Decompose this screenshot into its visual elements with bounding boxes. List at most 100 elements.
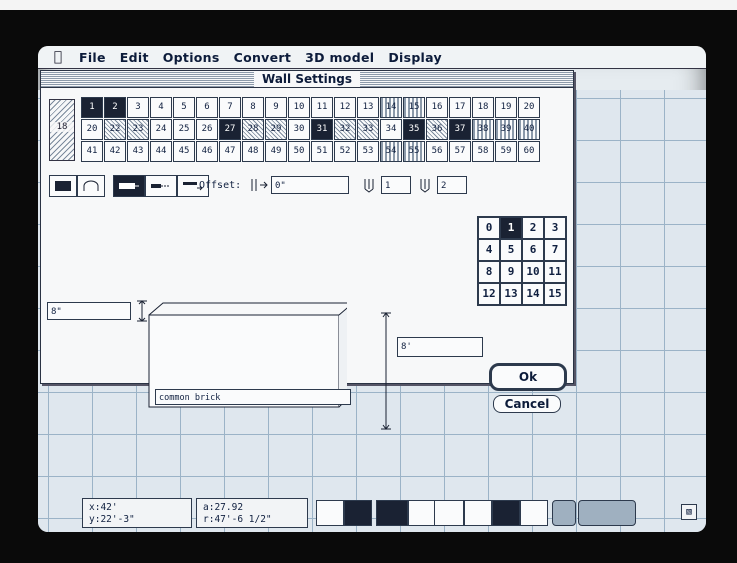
pattern-swatch[interactable]: 15 — [403, 97, 425, 118]
pattern-swatch[interactable]: 47 — [219, 141, 241, 162]
pattern-swatch[interactable]: 46 — [196, 141, 218, 162]
pattern-swatch[interactable]: 56 — [426, 141, 448, 162]
dialog-titlebar[interactable]: Wall Settings — [41, 71, 573, 88]
line-weight-cell[interactable]: 8 — [478, 261, 500, 283]
line-weight-cell[interactable]: 5 — [500, 239, 522, 261]
line-weight-cell[interactable]: 3 — [544, 217, 566, 239]
pattern-swatch[interactable]: 32 — [334, 119, 356, 140]
pattern-swatch[interactable]: 13 — [357, 97, 379, 118]
color-swatch-large[interactable] — [578, 500, 636, 526]
pattern-swatch[interactable]: 58 — [472, 141, 494, 162]
pattern-swatch[interactable]: 4 — [150, 97, 172, 118]
pattern-swatch[interactable]: 41 — [81, 141, 103, 162]
pattern-swatch[interactable]: 17 — [449, 97, 471, 118]
pattern-swatch[interactable]: 9 — [265, 97, 287, 118]
material-name-field[interactable]: common brick — [155, 389, 351, 405]
pattern-swatch[interactable]: 1 — [81, 97, 103, 118]
pattern-swatch[interactable]: 3 — [127, 97, 149, 118]
pattern-swatch[interactable]: 29 — [265, 119, 287, 140]
pattern-swatch[interactable]: 26 — [196, 119, 218, 140]
pattern-swatch[interactable]: 55 — [403, 141, 425, 162]
pattern-swatch[interactable]: 10 — [288, 97, 310, 118]
cancel-button[interactable]: Cancel — [493, 395, 561, 413]
apple-icon[interactable]:  — [44, 49, 72, 65]
wall-center-align-icon[interactable] — [145, 175, 177, 197]
ok-button[interactable]: Ok — [489, 363, 567, 391]
layer-tool-icon[interactable] — [464, 500, 492, 526]
pattern-swatch[interactable]: 31 — [311, 119, 333, 140]
wall-right-tool-icon[interactable] — [434, 500, 464, 526]
line-weight-cell[interactable]: 13 — [500, 283, 522, 305]
line-weight-cell[interactable]: 4 — [478, 239, 500, 261]
line-weight-cell[interactable]: 6 — [522, 239, 544, 261]
pattern-swatch[interactable]: 22 — [104, 119, 126, 140]
pattern-swatch[interactable]: 12 — [334, 97, 356, 118]
view-3d-icon[interactable] — [316, 500, 344, 526]
pattern-swatch[interactable]: 24 — [150, 119, 172, 140]
pattern-swatch[interactable]: 11 — [311, 97, 333, 118]
color-swatch-small[interactable] — [552, 500, 576, 526]
pattern-swatch[interactable]: 45 — [173, 141, 195, 162]
menu-file[interactable]: File — [72, 50, 113, 65]
pattern-swatch[interactable]: 23 — [127, 119, 149, 140]
wall-left-align-icon[interactable] — [113, 175, 145, 197]
pattern-swatch[interactable]: 7 — [219, 97, 241, 118]
pattern-swatch[interactable]: 53 — [357, 141, 379, 162]
pattern-swatch[interactable]: 20 — [81, 119, 103, 140]
pattern-swatch[interactable]: 28 — [242, 119, 264, 140]
menu-3d-model[interactable]: 3D model — [298, 50, 381, 65]
pattern-swatch[interactable]: 52 — [334, 141, 356, 162]
pattern-swatch[interactable]: 16 — [426, 97, 448, 118]
menu-options[interactable]: Options — [156, 50, 227, 65]
pattern-swatch[interactable]: 49 — [265, 141, 287, 162]
offset-input[interactable]: 0" — [271, 176, 349, 194]
pattern-swatch[interactable]: 40 — [518, 119, 540, 140]
pattern-swatch[interactable]: 19 — [495, 97, 517, 118]
pattern-swatch[interactable]: 48 — [242, 141, 264, 162]
pattern-swatch[interactable]: 20 — [518, 97, 540, 118]
pattern-swatch[interactable]: 25 — [173, 119, 195, 140]
menu-display[interactable]: Display — [381, 50, 449, 65]
pattern-swatch[interactable]: 30 — [288, 119, 310, 140]
pattern-swatch[interactable]: 35 — [403, 119, 425, 140]
pattern-swatch[interactable]: 50 — [288, 141, 310, 162]
pattern-swatch[interactable]: 27 — [219, 119, 241, 140]
line-weight-cell[interactable]: 7 — [544, 239, 566, 261]
layer-a-input[interactable]: 1 — [381, 176, 411, 194]
wall-center-tool-icon[interactable] — [408, 500, 436, 526]
menu-convert[interactable]: Convert — [227, 50, 299, 65]
fill-tool-icon[interactable] — [492, 500, 520, 526]
line-weight-cell[interactable]: 12 — [478, 283, 500, 305]
thickness-input[interactable]: 8" — [47, 302, 131, 320]
pattern-swatch[interactable]: 54 — [380, 141, 402, 162]
height-input[interactable]: 8' — [397, 337, 483, 357]
pattern-swatch[interactable]: 5 — [173, 97, 195, 118]
pattern-swatch[interactable]: 57 — [449, 141, 471, 162]
line-weight-cell[interactable]: 2 — [522, 217, 544, 239]
pattern-swatch[interactable]: 60 — [518, 141, 540, 162]
monitor-icon[interactable] — [49, 175, 77, 197]
pattern-swatch[interactable]: 14 — [380, 97, 402, 118]
layer-b-input[interactable]: 2 — [437, 176, 467, 194]
pattern-swatch[interactable]: 37 — [449, 119, 471, 140]
line-weight-cell[interactable]: 1 — [500, 217, 522, 239]
pattern-swatch[interactable]: 39 — [495, 119, 517, 140]
disk-icon[interactable]: ▧ — [681, 504, 697, 520]
pattern-swatch[interactable]: 59 — [495, 141, 517, 162]
arch-icon[interactable] — [77, 175, 105, 197]
line-weight-cell[interactable]: 0 — [478, 217, 500, 239]
line-weight-cell[interactable]: 9 — [500, 261, 522, 283]
wall-tool-icon[interactable] — [376, 500, 408, 526]
pattern-swatch[interactable]: 34 — [380, 119, 402, 140]
pattern-swatch[interactable]: 51 — [311, 141, 333, 162]
star-tool-icon[interactable] — [520, 500, 548, 526]
pattern-swatch[interactable]: 8 — [242, 97, 264, 118]
line-weight-cell[interactable]: 15 — [544, 283, 566, 305]
pattern-swatch[interactable]: 38 — [472, 119, 494, 140]
pattern-swatch[interactable]: 6 — [196, 97, 218, 118]
line-weight-cell[interactable]: 14 — [522, 283, 544, 305]
pattern-swatch[interactable]: 18 — [472, 97, 494, 118]
line-weight-cell[interactable]: 11 — [544, 261, 566, 283]
line-weight-cell[interactable]: 10 — [522, 261, 544, 283]
pattern-swatch[interactable]: 43 — [127, 141, 149, 162]
